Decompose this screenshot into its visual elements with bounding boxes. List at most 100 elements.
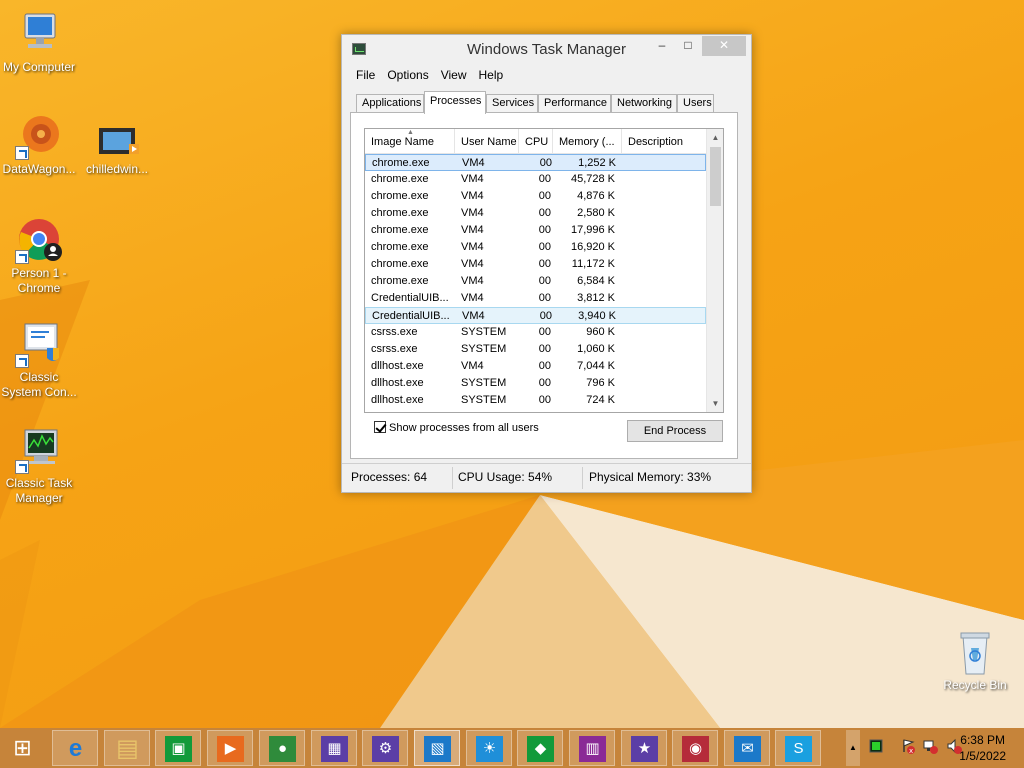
table-row[interactable]: chrome.exe VM4 00 11,172 K [365, 256, 706, 273]
tab-processes[interactable]: Processes [424, 91, 486, 114]
status-separator [452, 467, 453, 489]
maximize-button[interactable]: □ [675, 36, 701, 56]
taskbar-button[interactable]: S [775, 730, 821, 766]
tab-performance[interactable]: Performance [538, 94, 611, 113]
minimize-button[interactable]: – [649, 36, 675, 56]
cell-user-name: VM4 [461, 173, 484, 185]
scroll-down-icon[interactable]: ▼ [707, 395, 723, 412]
table-row[interactable]: dllhost.exe VM4 00 7,044 K [365, 358, 706, 375]
tab-users[interactable]: Users [677, 94, 714, 113]
maps-icon: ▥ [579, 736, 606, 762]
taskbar-button[interactable]: ✉ [724, 730, 770, 766]
taskbar-button[interactable]: ☀ [466, 730, 512, 766]
cell-cpu: 00 [538, 292, 551, 304]
cell-user-name: VM4 [461, 292, 484, 304]
scrollbar-thumb[interactable] [710, 147, 721, 206]
desktop-icon-datawagon[interactable]: DataWagon... [0, 112, 78, 177]
desktop-icon-classic-system-control[interactable]: Classic System Con... [0, 320, 78, 400]
process-list-scrollbar[interactable]: ▲ ▼ [706, 129, 723, 412]
desktop-icon-my-computer[interactable]: My Computer [0, 10, 78, 75]
cell-user-name: VM4 [461, 224, 484, 236]
menu-view[interactable]: View [435, 66, 473, 84]
file-explorer-icon: ▤ [114, 736, 141, 762]
title-bar[interactable]: Windows Task Manager – □ ✕ [342, 35, 751, 65]
table-row[interactable]: chrome.exe VM4 00 16,920 K [365, 239, 706, 256]
icon-glyph: ☀ [482, 740, 497, 757]
icon-glyph: ▶ [224, 740, 237, 757]
taskbar-button[interactable]: ● [259, 730, 305, 766]
menu-file[interactable]: File [350, 66, 381, 84]
show-hidden-icons-icon[interactable]: ▲ [846, 730, 860, 766]
tab-services[interactable]: Services [486, 94, 538, 113]
taskbar-button[interactable]: ◆ [517, 730, 563, 766]
taskbar-button[interactable]: ▧ [414, 730, 460, 766]
table-row[interactable]: chrome.exe VM4 00 45,728 K [365, 171, 706, 188]
table-row[interactable]: CredentialUIB... VM4 00 3,940 K [365, 307, 706, 324]
taskbar-button[interactable]: ▦ [311, 730, 357, 766]
desktop-icon-chrome[interactable]: Person 1 - Chrome [0, 216, 78, 296]
cell-memory: 1,060 K [577, 343, 615, 355]
task-manager-window[interactable]: Windows Task Manager – □ ✕ File Options Vi… [341, 34, 752, 493]
icon-glyph: ★ [637, 740, 652, 757]
datawagon-icon [15, 112, 63, 160]
show-all-processes-checkbox[interactable]: Show processes from all users [374, 421, 539, 434]
cell-image-name: CredentialUIB... [371, 292, 449, 304]
taskbar-button[interactable]: ★ [621, 730, 667, 766]
column-cpu[interactable]: CPU [519, 129, 553, 154]
table-row[interactable]: chrome.exe VM4 00 17,996 K [365, 222, 706, 239]
taskbar-button[interactable]: ▥ [569, 730, 615, 766]
process-list[interactable]: ▲ Image Name User Name CPU Memory (... D… [364, 128, 724, 413]
cell-user-name: VM4 [461, 258, 484, 270]
cell-user-name: VM4 [461, 207, 484, 219]
taskbar: ⊞ e ▤ ▣ ▶ ● ▦ ⚙ ▧ ☀ ◆ ▥ ★ ◉ ✉ S ▲ x 6:38 PM 1/5/2022 [0, 728, 1024, 768]
column-memory[interactable]: Memory (... [553, 129, 622, 154]
table-row[interactable]: CredentialUIB... VM4 00 3,812 K [365, 290, 706, 307]
network-icon[interactable] [922, 738, 938, 754]
end-process-button[interactable]: End Process [627, 420, 723, 442]
camera-icon: ◉ [682, 736, 709, 762]
status-separator [582, 467, 583, 489]
store-icon: ▣ [165, 736, 192, 762]
menu-options[interactable]: Options [381, 66, 434, 84]
desktop-icon-chilledwin[interactable]: chilledwin... [78, 124, 156, 177]
status-bar: Processes: 64 CPU Usage: 54% Physical Me… [342, 463, 751, 492]
table-row[interactable]: chrome.exe VM4 00 2,580 K [365, 205, 706, 222]
cell-memory: 3,812 K [577, 292, 615, 304]
table-row[interactable]: chrome.exe VM4 00 6,584 K [365, 273, 706, 290]
shortcut-arrow-icon [15, 354, 29, 368]
taskbar-button[interactable]: ◉ [672, 730, 718, 766]
close-button[interactable]: ✕ [702, 36, 746, 56]
video-app-icon: ▶ [217, 736, 244, 762]
checkbox-checked-icon[interactable] [374, 421, 386, 433]
icon-glyph: ⚙ [378, 740, 393, 757]
clock[interactable]: 6:38 PM 1/5/2022 [959, 732, 1006, 764]
table-row[interactable]: csrss.exe SYSTEM 00 1,060 K [365, 341, 706, 358]
taskbar-button[interactable]: ▶ [207, 730, 253, 766]
process-list-body: chrome.exe VM4 00 1,252 K chrome.exe VM4 00 45,… [365, 154, 706, 409]
taskbar-button[interactable]: e [52, 730, 98, 766]
table-row[interactable]: chrome.exe VM4 00 1,252 K [365, 154, 706, 171]
taskbar-button[interactable]: ▣ [155, 730, 201, 766]
desktop-icon-classic-task-manager[interactable]: Classic Task Manager [0, 426, 78, 506]
table-row[interactable]: dllhost.exe SYSTEM 00 724 K [365, 392, 706, 409]
tab-networking[interactable]: Networking [611, 94, 677, 113]
table-row[interactable]: chrome.exe VM4 00 4,876 K [365, 188, 706, 205]
task-manager-tray-icon[interactable] [868, 738, 884, 754]
table-row[interactable]: csrss.exe SYSTEM 00 960 K [365, 324, 706, 341]
column-user-name[interactable]: User Name [455, 129, 519, 154]
scroll-up-icon[interactable]: ▲ [707, 129, 723, 146]
tab-applications[interactable]: Applications [356, 94, 424, 113]
action-center-icon[interactable]: x [900, 738, 916, 755]
start-button[interactable]: ⊞ [0, 730, 46, 766]
column-description[interactable]: Description [622, 129, 706, 154]
cell-user-name: VM4 [461, 275, 484, 287]
column-image-name[interactable]: Image Name [365, 129, 455, 154]
taskbar-button[interactable]: ▤ [104, 730, 150, 766]
table-row[interactable]: dllhost.exe SYSTEM 00 796 K [365, 375, 706, 392]
status-cpu-usage: CPU Usage: 54% [458, 470, 553, 484]
taskbar-button[interactable]: ⚙ [362, 730, 408, 766]
cell-user-name: SYSTEM [461, 394, 507, 406]
cell-cpu: 00 [538, 224, 551, 236]
desktop-icon-recycle-bin[interactable]: Recycle Bin [936, 630, 1014, 693]
menu-help[interactable]: Help [473, 66, 510, 84]
